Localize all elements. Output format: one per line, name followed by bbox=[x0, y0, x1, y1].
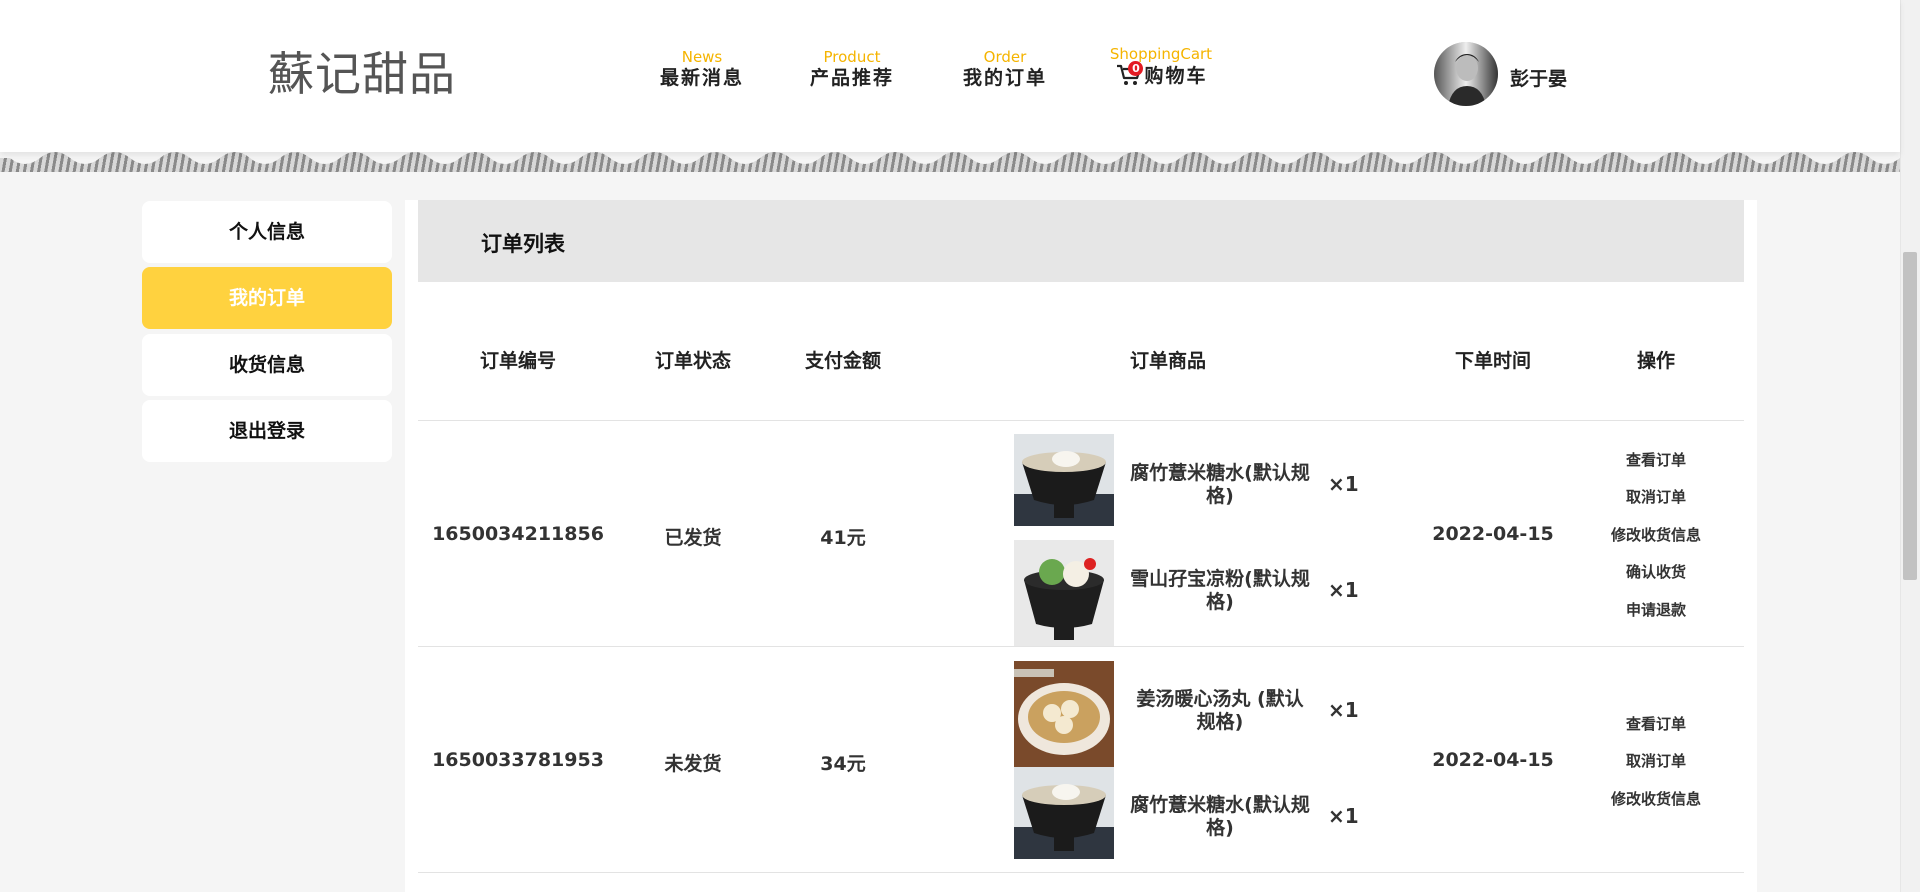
scrollbar-thumb[interactable] bbox=[1903, 252, 1917, 580]
column-header-amount: 支付金额 bbox=[804, 350, 882, 372]
column-header-products: 订单商品 bbox=[1129, 350, 1207, 372]
edit-shipping-button[interactable]: 修改收货信息 bbox=[1611, 788, 1701, 809]
product-name: 腐竹薏米糖水(默认规格) bbox=[1130, 462, 1310, 507]
sidebar-item-logout[interactable]: 退出登录 bbox=[142, 400, 392, 462]
top-header: 蘇记甜品 News 最新消息 Product 产品推荐 Order 我的订单 S… bbox=[0, 0, 1900, 152]
nav-cart-row: 0 购物车 bbox=[1100, 61, 1222, 89]
order-status: 未发货 bbox=[664, 753, 722, 775]
nav-order-cn: 我的订单 bbox=[962, 67, 1047, 89]
order-amount: 34元 bbox=[820, 753, 866, 775]
sidebar-item-profile[interactable]: 个人信息 bbox=[142, 201, 392, 263]
nav-shopping-cart[interactable]: ShoppingCart 0 购物车 bbox=[1100, 45, 1222, 89]
cancel-order-button[interactable]: 取消订单 bbox=[1626, 486, 1686, 507]
order-id: 1650034211856 bbox=[432, 523, 604, 545]
shopping-cart-icon: 0 bbox=[1114, 61, 1144, 89]
nav-order-en: Order bbox=[983, 48, 1027, 66]
sidebar-item-my-orders[interactable]: 我的订单 bbox=[142, 267, 392, 329]
product-image-ginger-soup-rice-balls[interactable] bbox=[1014, 661, 1114, 767]
user-avatar[interactable] bbox=[1434, 42, 1498, 106]
divider bbox=[418, 872, 1744, 873]
site-logo[interactable]: 蘇记甜品 bbox=[268, 38, 456, 104]
product-name: 腐竹薏米糖水(默认规格) bbox=[1130, 794, 1310, 839]
view-order-button[interactable]: 查看订单 bbox=[1626, 449, 1686, 470]
product-name: 姜汤暖心汤丸 (默认规格) bbox=[1136, 688, 1304, 733]
column-header-order-id: 订单编号 bbox=[479, 350, 557, 372]
nav-order[interactable]: Order 我的订单 bbox=[955, 48, 1055, 90]
order-date: 2022-04-15 bbox=[1432, 749, 1554, 771]
product-image-tofu-skin-barley-dessert[interactable] bbox=[1014, 434, 1114, 540]
view-order-button[interactable]: 查看订单 bbox=[1626, 713, 1686, 734]
column-header-actions: 操作 bbox=[1636, 350, 1676, 372]
nav-cart-en: ShoppingCart bbox=[1109, 45, 1213, 63]
nav-cart-cn: 购物车 bbox=[1144, 65, 1208, 87]
edit-shipping-button[interactable]: 修改收货信息 bbox=[1611, 524, 1701, 545]
order-amount: 41元 bbox=[820, 527, 866, 549]
panel-header: 订单列表 bbox=[418, 200, 1744, 282]
cancel-order-button[interactable]: 取消订单 bbox=[1626, 750, 1686, 771]
username[interactable]: 彭于晏 bbox=[1510, 64, 1567, 91]
product-image-tofu-skin-barley-dessert[interactable] bbox=[1014, 767, 1114, 873]
order-status: 已发货 bbox=[664, 527, 722, 549]
product-image-snow-mountain-jelly-dessert[interactable] bbox=[1014, 540, 1114, 646]
product-quantity: ×1 bbox=[1328, 578, 1359, 602]
nav-news-en: News bbox=[681, 48, 723, 66]
page-title: 订单列表 bbox=[481, 232, 565, 256]
divider bbox=[418, 420, 1744, 421]
order-id: 1650033781953 bbox=[432, 749, 604, 771]
sidebar-item-shipping-info[interactable]: 收货信息 bbox=[142, 334, 392, 396]
request-refund-button[interactable]: 申请退款 bbox=[1626, 599, 1686, 620]
column-header-order-date: 下单时间 bbox=[1454, 350, 1532, 372]
column-header-status: 订单状态 bbox=[654, 350, 732, 372]
order-date: 2022-04-15 bbox=[1432, 523, 1554, 545]
product-quantity: ×1 bbox=[1328, 804, 1359, 828]
wave-divider bbox=[0, 152, 1900, 164]
nav-product-cn: 产品推荐 bbox=[809, 67, 894, 89]
nav-product[interactable]: Product 产品推荐 bbox=[802, 48, 902, 90]
product-quantity: ×1 bbox=[1328, 472, 1359, 496]
nav-product-en: Product bbox=[823, 48, 881, 66]
nav-news[interactable]: News 最新消息 bbox=[652, 48, 752, 90]
confirm-receipt-button[interactable]: 确认收货 bbox=[1626, 561, 1686, 582]
product-quantity: ×1 bbox=[1328, 698, 1359, 722]
product-name: 雪山孖宝凉粉(默认规格) bbox=[1130, 568, 1310, 613]
divider bbox=[418, 646, 1744, 647]
nav-news-cn: 最新消息 bbox=[659, 67, 744, 89]
